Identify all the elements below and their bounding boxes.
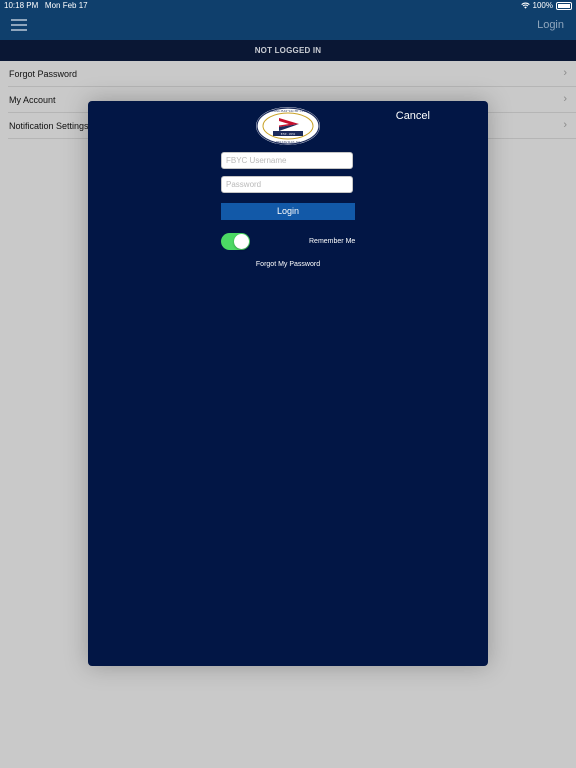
chevron-right-icon: › [563, 119, 567, 131]
list-item-forgot-password[interactable]: Forgot Password › [8, 61, 576, 87]
battery-icon [556, 1, 572, 10]
logo-top-text: FISHING BAY YACHT CLUB [268, 109, 308, 113]
nav-login-button[interactable]: Login [537, 19, 564, 31]
remember-me-toggle[interactable] [221, 233, 250, 250]
list-item-label: My Account [9, 95, 56, 105]
navigation-bar: 10:18 PM Mon Feb 17 100% Login [0, 0, 576, 40]
list-item-label: Forgot Password [9, 69, 78, 79]
chevron-right-icon: › [563, 93, 567, 105]
status-right: 100% [520, 1, 572, 10]
club-logo: EST. 1931 FISHING BAY YACHT CLUB DELTAVI… [256, 107, 320, 145]
cancel-button[interactable]: Cancel [396, 110, 430, 122]
username-input[interactable] [221, 152, 353, 169]
battery-percent: 100% [532, 1, 553, 10]
hamburger-icon[interactable] [11, 19, 27, 31]
toggle-knob [234, 234, 249, 249]
remember-me-label: Remember Me [309, 238, 356, 245]
list-item-label: Notification Settings [9, 121, 89, 131]
forgot-password-link[interactable]: Forgot My Password [88, 261, 488, 268]
wifi-icon [520, 2, 530, 9]
status-time: 10:18 PM Mon Feb 17 [4, 1, 88, 10]
logo-est-text: EST. 1931 [281, 132, 296, 136]
login-modal: Cancel EST. 1931 FISHING BAY YACHT CLUB … [88, 101, 488, 666]
login-status-banner: NOT LOGGED IN [0, 40, 576, 61]
login-button[interactable]: Login [221, 203, 355, 220]
status-bar: 10:18 PM Mon Feb 17 100% [0, 0, 576, 12]
password-input[interactable] [221, 176, 353, 193]
chevron-right-icon: › [563, 67, 567, 79]
